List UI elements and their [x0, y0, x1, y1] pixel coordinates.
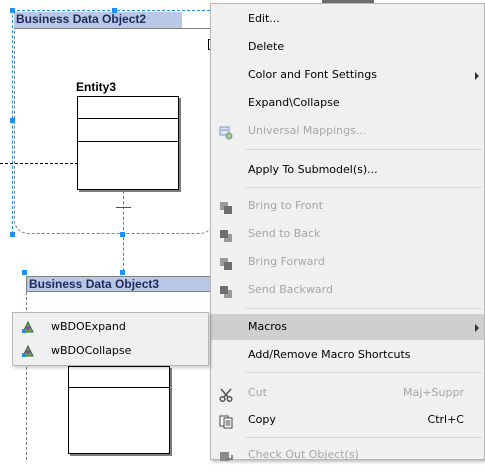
menu-item-label: Apply To Submodel(s)...	[248, 163, 378, 176]
selection-handle[interactable]	[22, 270, 27, 275]
menu-item-macros[interactable]: Macros	[211, 314, 484, 340]
menu-item-cut[interactable]: Cut Maj+Suppr	[211, 380, 484, 406]
menu-item-label: Add/Remove Macro Shortcuts	[248, 348, 411, 361]
bdo-title: Business Data Object3	[26, 276, 216, 292]
bring-to-front-icon	[219, 199, 233, 214]
selection-outline	[12, 10, 215, 234]
send-backward-icon	[219, 283, 233, 298]
menu-item-label: Bring to Front	[248, 199, 323, 212]
menu-item-label: Delete	[248, 40, 285, 53]
menu-item-label: Copy	[248, 413, 276, 426]
menu-item-universal-mappings[interactable]: Universal Mappings...	[211, 118, 484, 144]
send-to-back-icon	[219, 227, 233, 242]
menu-item-label: Send to Back	[248, 227, 321, 240]
menu-item-label: Color and Font Settings	[248, 68, 377, 81]
menu-separator	[245, 437, 482, 438]
menu-item-delete[interactable]: Delete	[211, 34, 484, 60]
menu-item-label: Expand\Collapse	[248, 96, 340, 109]
macro-icon	[21, 320, 35, 334]
submenu-item-label: wBDOCollapse	[51, 344, 132, 357]
macro-icon	[21, 344, 35, 358]
menu-item-apply-to-submodels[interactable]: Apply To Submodel(s)...	[211, 157, 484, 183]
submenu-item-wbdoexpand[interactable]: wBDOExpand	[13, 316, 208, 338]
menu-item-label: Bring Forward	[248, 255, 325, 268]
universal-mappings-icon	[219, 124, 233, 140]
menu-item-expand-collapse[interactable]: Expand\Collapse	[211, 90, 484, 116]
connector-tick	[116, 207, 131, 208]
menu-item-edit[interactable]: Edit...	[211, 6, 484, 32]
relationship-line	[0, 163, 78, 164]
menu-separator	[245, 308, 482, 309]
menu-item-label: Send Backward	[248, 283, 333, 296]
menu-item-label: Macros	[248, 320, 288, 333]
menu-item-color-font-settings[interactable]: Color and Font Settings	[211, 62, 484, 88]
menu-separator	[245, 372, 482, 373]
menu-item-label: Edit...	[248, 12, 280, 25]
menu-item-add-remove-macro-shortcuts[interactable]: Add/Remove Macro Shortcuts	[211, 342, 484, 368]
connector-line	[123, 191, 124, 271]
macros-submenu: wBDOExpand wBDOCollapse	[12, 312, 209, 366]
menu-item-send-to-back[interactable]: Send to Back	[211, 221, 484, 247]
menu-item-shortcut: Maj+Suppr	[403, 386, 464, 399]
submenu-item-label: wBDOExpand	[51, 320, 126, 333]
menu-separator	[245, 187, 482, 188]
menu-item-bring-to-front[interactable]: Bring to Front	[211, 193, 484, 219]
menu-item-label: Check Out Object(s)	[248, 448, 359, 461]
submenu-arrow-icon	[475, 324, 479, 332]
selection-handle[interactable]	[120, 270, 125, 275]
menu-item-bring-forward[interactable]: Bring Forward	[211, 249, 484, 275]
menu-item-label: Universal Mappings...	[248, 124, 367, 137]
menu-item-copy[interactable]: Copy Ctrl+C	[211, 407, 484, 433]
submenu-arrow-icon	[475, 72, 479, 80]
entity-box[interactable]	[68, 366, 170, 454]
menu-item-label: Cut	[248, 386, 267, 399]
bring-forward-icon	[219, 255, 233, 270]
menu-item-check-out-objects[interactable]: Check Out Object(s)	[211, 442, 484, 468]
scissors-icon	[219, 386, 233, 403]
business-data-object-3[interactable]: Business Data Object3	[26, 276, 216, 460]
menu-item-send-backward[interactable]: Send Backward	[211, 277, 484, 303]
menu-item-shortcut: Ctrl+C	[427, 413, 464, 426]
menu-separator	[245, 149, 482, 150]
context-menu: Edit... Delete Color and Font Settings E…	[210, 3, 485, 461]
copy-icon	[219, 413, 233, 429]
entity-divider	[69, 387, 169, 388]
submenu-item-wbdocollapse[interactable]: wBDOCollapse	[13, 340, 208, 362]
